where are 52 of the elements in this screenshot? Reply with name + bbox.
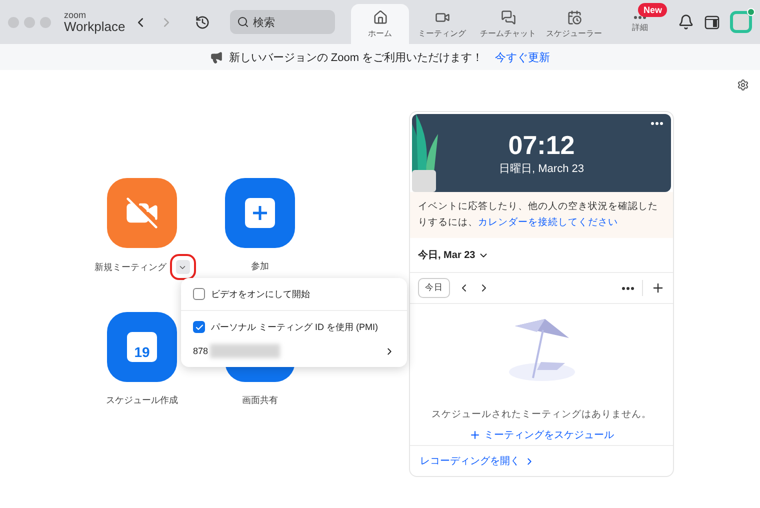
more-icon[interactable] xyxy=(634,16,646,18)
connect-calendar-link[interactable]: カレンダーを接続してください xyxy=(478,217,618,228)
nav-tab[interactable]: ホーム xyxy=(351,4,409,44)
dropdown-caret-button[interactable] xyxy=(176,260,190,274)
action-tile[interactable]: 19 xyxy=(107,312,177,382)
new-badge: New xyxy=(638,3,667,17)
chat-icon xyxy=(500,10,516,24)
brand-name: Workplace xyxy=(64,20,126,33)
history-icon[interactable] xyxy=(194,14,210,30)
clock-date: 日曜日, March 23 xyxy=(499,162,584,176)
action-tile[interactable] xyxy=(225,178,295,248)
megaphone-icon xyxy=(210,50,223,64)
plus-icon xyxy=(469,429,481,441)
nav-tab[interactable]: スケジューラー xyxy=(541,4,607,44)
calendar-notice: イベントに応答したり、他の人の空き状況を確認したりするには、カレンダーを接続してください xyxy=(410,192,673,238)
nav-tab[interactable]: New 詳細 xyxy=(607,4,673,44)
action-label: スケジュール作成 xyxy=(106,394,178,407)
calendar-day: 19 xyxy=(134,344,150,360)
search-field[interactable]: 検索 xyxy=(230,10,335,34)
clock-time: 07:12 xyxy=(508,130,575,161)
calendar-icon xyxy=(566,10,582,24)
brand-caption: zoom xyxy=(64,11,88,20)
today-button[interactable]: 今日 xyxy=(418,278,450,298)
nav-tab[interactable]: チームチャット xyxy=(475,4,541,44)
update-link[interactable]: 今すぐ更新 xyxy=(495,50,550,64)
recordings-link[interactable]: レコーディングを開く xyxy=(410,446,545,476)
settings-icon[interactable] xyxy=(737,79,749,91)
date-selector[interactable]: 今日, Mar 23 xyxy=(418,248,490,262)
plus-icon xyxy=(245,198,275,228)
checkbox[interactable] xyxy=(193,321,205,333)
action-label: 新規ミーティング xyxy=(94,260,166,274)
option-label: パーソナル ミーティング ID を使用 (PMI) xyxy=(211,320,378,334)
meeting-id[interactable]: 878 xyxy=(193,346,208,356)
notification-icon[interactable] xyxy=(678,14,694,30)
beach-umbrella-drawing xyxy=(506,318,576,382)
video-off-icon xyxy=(125,196,159,230)
checkbox[interactable] xyxy=(193,288,205,300)
action-label: 参加 xyxy=(251,260,269,273)
search-icon xyxy=(237,16,249,28)
empty-message: スケジュールされたミーティングはありません。 xyxy=(432,408,652,421)
more-icon[interactable] xyxy=(622,286,634,290)
calendar-icon[interactable] xyxy=(704,14,720,30)
action-label: 画面共有 xyxy=(242,394,278,407)
nav-tab[interactable]: ミーティング xyxy=(409,4,475,44)
home-icon xyxy=(372,10,388,24)
more-icon[interactable] xyxy=(651,122,663,125)
schedule-meeting-link[interactable]: ミーティングをスケジュール xyxy=(463,427,620,443)
update-message: 新しいバージョンの Zoom をご利用いただけます！ xyxy=(228,50,484,64)
add-icon[interactable] xyxy=(651,281,665,295)
action-tile[interactable] xyxy=(107,178,177,248)
option-label: ビデオをオンにして開始 xyxy=(211,288,310,300)
online-status-icon xyxy=(747,8,755,16)
